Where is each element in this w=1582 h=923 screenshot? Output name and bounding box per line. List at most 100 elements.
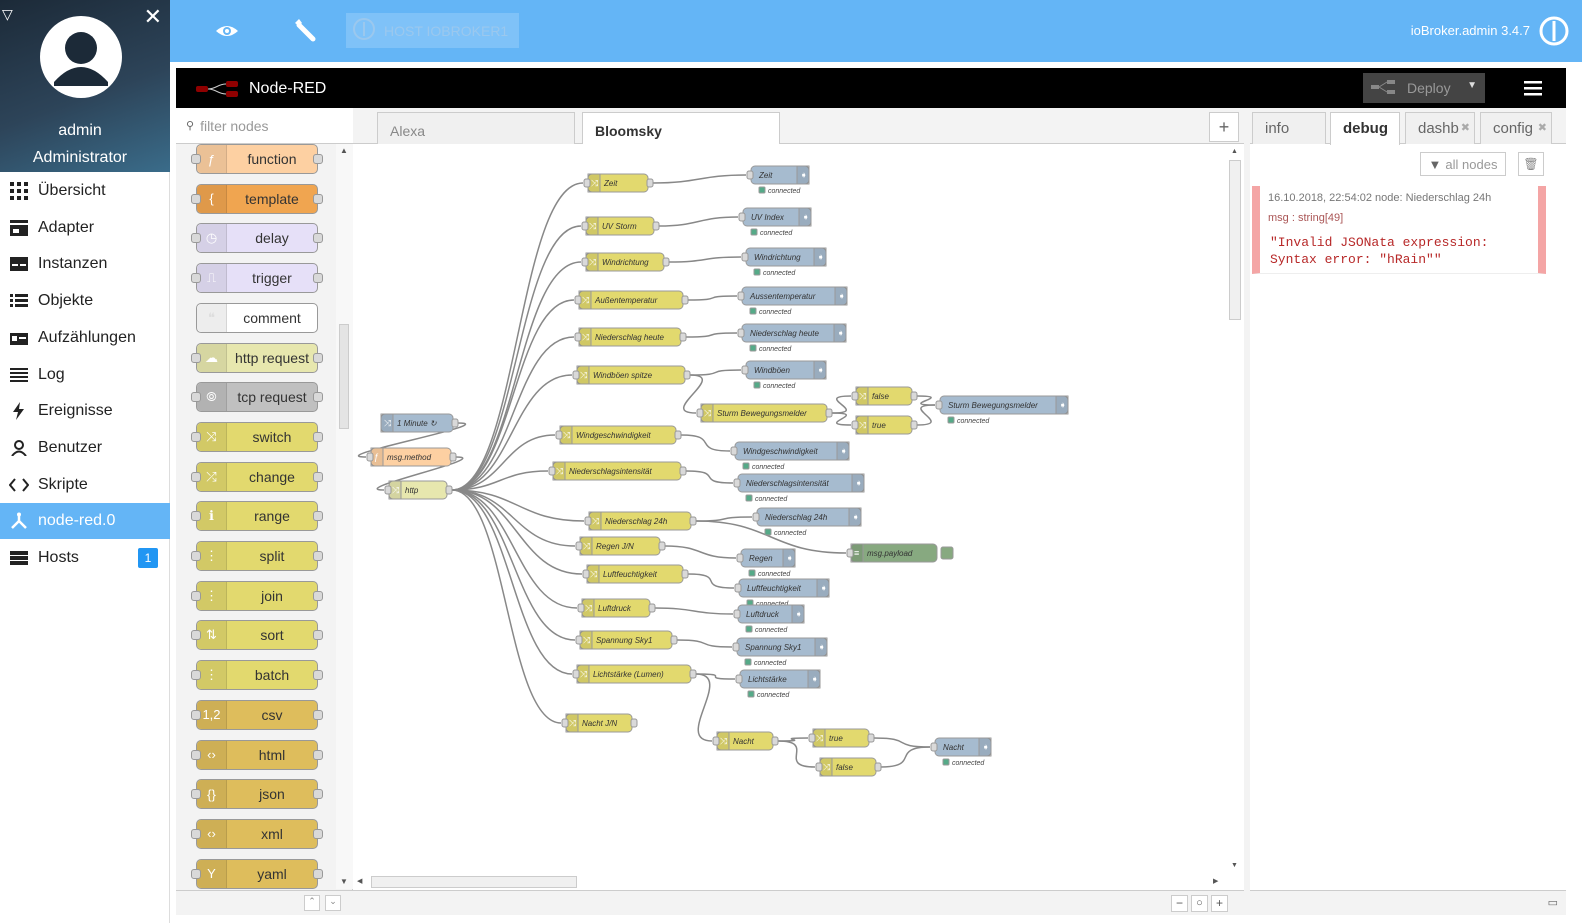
node-port[interactable] — [674, 430, 682, 440]
sidebar-item--bersicht[interactable]: Übersicht — [0, 173, 170, 209]
node-port[interactable] — [445, 485, 453, 495]
input-port[interactable] — [191, 709, 201, 720]
flow-wire[interactable] — [687, 573, 735, 589]
node-port[interactable] — [741, 365, 749, 375]
node-port[interactable] — [581, 257, 589, 267]
filter-nodes-input[interactable]: ⚲ filter nodes — [176, 108, 353, 144]
node-port[interactable] — [670, 635, 678, 645]
node-port[interactable] — [561, 718, 569, 728]
node-port[interactable] — [584, 516, 592, 526]
flow-wire[interactable] — [916, 395, 936, 406]
node-port[interactable] — [581, 221, 589, 231]
flow-node-change[interactable]: ⤨ Lichtstärke (Lumen) — [572, 664, 697, 684]
palette-node-html[interactable]: ‹› html — [191, 739, 323, 770]
palette-node-csv[interactable]: 1,2 csv — [191, 699, 323, 730]
flow-canvas[interactable]: ⤨ Zeit ➧ Zeit connected ⤨ UV Storm ➧ UV Index con… — [353, 144, 1226, 874]
node-port[interactable] — [712, 736, 720, 746]
output-port[interactable] — [313, 154, 323, 164]
node-port[interactable] — [575, 635, 583, 645]
input-port[interactable] — [191, 352, 201, 363]
node-port[interactable] — [679, 466, 687, 476]
flow-node-change[interactable]: ⤨ true — [851, 415, 918, 435]
node-port[interactable] — [910, 420, 918, 430]
node-port[interactable] — [646, 178, 654, 188]
flow-wire[interactable] — [916, 404, 936, 426]
input-port[interactable] — [191, 471, 201, 482]
palette-node-comment[interactable]: ❝ comment — [196, 302, 318, 333]
flow-wire[interactable] — [777, 740, 816, 768]
caret-down-icon[interactable]: ▼ — [1467, 80, 1477, 91]
flow-wire[interactable] — [652, 174, 747, 184]
flow-node-debug[interactable]: ≡ msg.payload — [846, 543, 954, 563]
node-port[interactable] — [808, 733, 816, 743]
flow-node-change[interactable]: ⤨ Nacht J/N — [561, 713, 638, 733]
node-port[interactable] — [662, 257, 670, 267]
expand-all-icon[interactable]: ⌄ — [325, 895, 341, 911]
canvas-vertical-scrollbar[interactable]: ▲ ▼ — [1226, 144, 1244, 874]
flow-node-output[interactable]: ➧ Niederschlagsintensität connected — [733, 473, 865, 503]
node-port[interactable] — [851, 420, 859, 430]
sidebar-item-adapter[interactable]: Adapter — [0, 210, 170, 246]
input-port[interactable] — [191, 273, 201, 284]
scroll-right-icon[interactable]: ▶ — [1213, 877, 1218, 885]
input-port[interactable] — [191, 511, 201, 522]
eye-icon[interactable] — [214, 18, 240, 49]
canvas-hscroll-thumb[interactable] — [371, 876, 577, 888]
hamburger-menu-icon[interactable] — [1524, 80, 1542, 101]
scroll-left-icon[interactable]: ◀ — [357, 877, 362, 885]
node-port[interactable] — [732, 642, 740, 652]
input-port[interactable] — [191, 431, 201, 442]
node-port[interactable] — [771, 736, 779, 746]
node-port[interactable] — [733, 609, 741, 619]
flow-node-output[interactable]: ➧ Nacht connected — [930, 737, 992, 767]
flow-node-output[interactable]: ➧ Spannung Sky1 connected — [732, 637, 828, 667]
output-port[interactable] — [313, 670, 323, 681]
node-port[interactable] — [689, 669, 697, 679]
flow-node-output[interactable]: ➧ UV Index connected — [738, 207, 812, 237]
flow-node-output[interactable]: ➧ Windrichtung connected — [741, 247, 827, 277]
flow-node-change[interactable]: ⤨ Windrichtung — [581, 252, 670, 272]
flow-node-output[interactable]: ➧Luftfeuchtigkeitconnected — [734, 578, 830, 608]
output-port[interactable] — [313, 392, 323, 403]
wrench-icon[interactable] — [291, 17, 317, 48]
scroll-up-icon[interactable]: ▲ — [1231, 148, 1238, 155]
node-port[interactable] — [696, 408, 704, 418]
output-port[interactable] — [313, 511, 323, 522]
sidebar-item-objekte[interactable]: Objekte — [0, 283, 170, 319]
node-port[interactable] — [737, 328, 745, 338]
flow-wire[interactable] — [654, 607, 734, 615]
node-port[interactable] — [577, 603, 585, 613]
flow-node-output[interactable]: ➧ Niederschlag heute connected — [737, 323, 847, 353]
tab-dashboard[interactable]: dashb ✖ — [1405, 112, 1475, 144]
output-port[interactable] — [313, 789, 323, 800]
flow-node-output[interactable]: ➧ Zeit connected — [746, 165, 810, 195]
flow-wire[interactable] — [676, 639, 733, 648]
tab-info[interactable]: info — [1252, 112, 1326, 144]
flow-node-output[interactable]: ➧ Aussentemperatur connected — [737, 286, 848, 316]
output-port[interactable] — [313, 590, 323, 601]
palette-node-template[interactable]: {template — [191, 183, 323, 214]
flow-node-change[interactable]: ⤨ true — [808, 728, 875, 748]
output-port[interactable] — [313, 352, 323, 363]
node-port[interactable] — [746, 170, 754, 180]
flow-wire[interactable] — [668, 256, 742, 263]
flow-wire[interactable] — [880, 746, 931, 768]
zoom-in-icon[interactable]: + — [1211, 895, 1228, 912]
node-port[interactable] — [815, 762, 823, 772]
canvas-vscroll-thumb[interactable] — [1229, 160, 1241, 320]
node-port[interactable] — [652, 221, 660, 231]
menu-toggle-icon[interactable]: ▽ — [2, 6, 13, 23]
output-port[interactable] — [313, 471, 323, 482]
palette-node-json[interactable]: {} json — [191, 779, 323, 810]
node-port[interactable] — [734, 583, 742, 593]
palette-node-xml[interactable]: ‹› xml — [191, 818, 323, 849]
zoom-out-icon[interactable]: − — [1171, 895, 1188, 912]
input-port[interactable] — [191, 193, 201, 204]
deploy-button[interactable]: Deploy ▼ — [1363, 73, 1485, 103]
input-port[interactable] — [191, 670, 201, 681]
flow-node-change[interactable]: ⤨ Niederschlagsintensität — [548, 461, 687, 481]
flow-wire[interactable] — [831, 412, 852, 426]
flow-wire[interactable] — [658, 216, 739, 227]
flow-node-output[interactable]: ➧ Windgeschwindigkeit connected — [730, 441, 850, 471]
flow-node-change[interactable]: ⤨ Sturm Bewegungsmelder — [696, 403, 833, 423]
